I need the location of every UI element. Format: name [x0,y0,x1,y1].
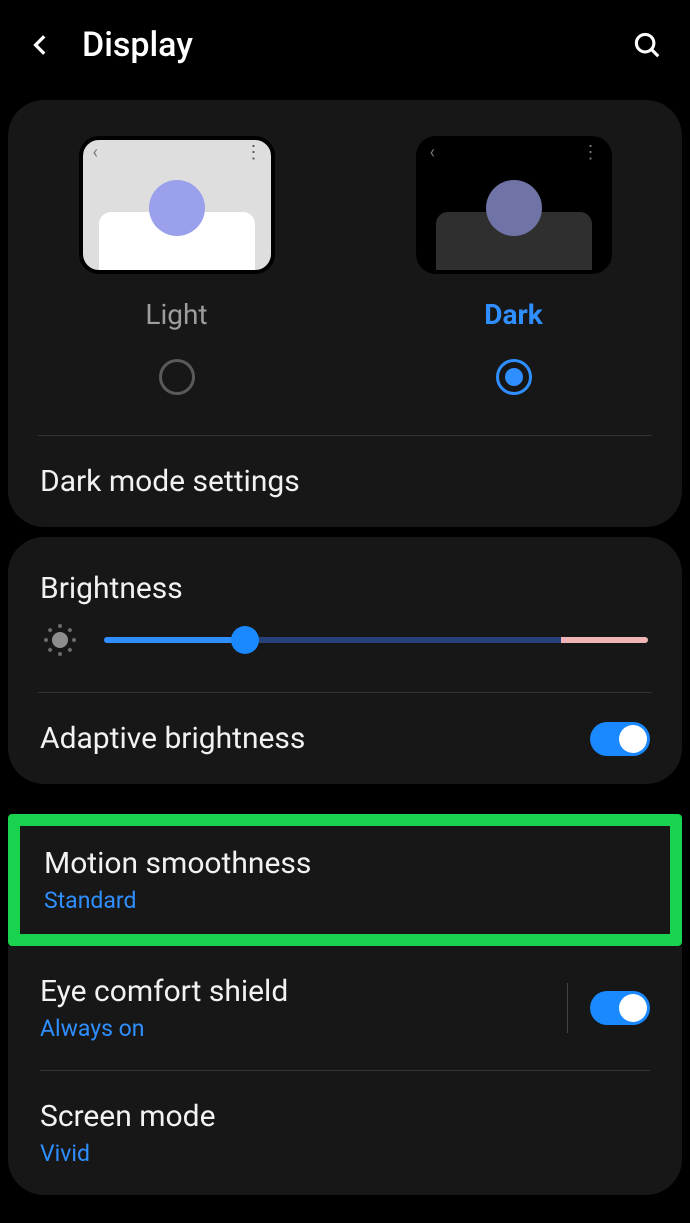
theme-row: ‹ ⋮ Light ‹ ⋮ Dark [8,100,682,413]
chevron-left-icon: ‹ [93,142,98,163]
slider-fill [104,637,245,643]
brightness-header-row: Brightness [8,543,682,612]
theme-preview-dark: ‹ ⋮ [416,136,612,274]
search-icon[interactable] [632,30,662,60]
eye-comfort-toggle[interactable] [590,991,650,1025]
brightness-slider[interactable] [104,625,648,655]
dark-mode-settings-label: Dark mode settings [40,464,650,499]
slider-thumb[interactable] [231,626,259,654]
screen-mode-value: Vivid [40,1140,650,1167]
brightness-label: Brightness [40,571,650,606]
motion-smoothness-highlight: Motion smoothness Standard [8,814,682,946]
adaptive-brightness-row[interactable]: Adaptive brightness [8,693,682,784]
display-settings-continued: Eye comfort shield Always on Screen mode… [8,946,682,1195]
motion-smoothness-label: Motion smoothness [44,846,646,881]
theme-option-light[interactable]: ‹ ⋮ Light [8,136,345,395]
adaptive-brightness-label: Adaptive brightness [40,721,590,756]
brightness-card: Brightness Adaptive brightness [8,537,682,784]
more-icon: ⋮ [582,142,598,163]
chevron-left-icon: ‹ [430,142,435,163]
motion-smoothness-row[interactable]: Motion smoothness Standard [20,826,670,934]
screen-mode-row[interactable]: Screen mode Vivid [8,1071,682,1195]
theme-card: ‹ ⋮ Light ‹ ⋮ Dark Dark mod [8,100,682,527]
eye-comfort-value: Always on [40,1015,567,1042]
dark-mode-settings-row[interactable]: Dark mode settings [8,436,682,527]
radio-light[interactable] [159,359,195,395]
brightness-sun-icon [42,622,78,658]
back-icon[interactable] [28,32,54,58]
screen-mode-label: Screen mode [40,1099,650,1134]
theme-label-dark: Dark [484,298,542,331]
theme-label-light: Light [145,298,207,331]
slider-warn-zone [561,637,648,643]
theme-option-dark[interactable]: ‹ ⋮ Dark [345,136,682,395]
page-title: Display [82,25,632,65]
eye-comfort-label: Eye comfort shield [40,974,567,1009]
eye-comfort-row[interactable]: Eye comfort shield Always on [8,946,682,1070]
radio-dark[interactable] [496,359,532,395]
adaptive-brightness-toggle[interactable] [590,722,650,756]
brightness-control [8,612,682,688]
more-icon: ⋮ [245,142,261,163]
header: Display [0,0,690,90]
vertical-separator [567,983,568,1033]
theme-preview-light: ‹ ⋮ [79,136,275,274]
motion-smoothness-value: Standard [44,887,646,914]
